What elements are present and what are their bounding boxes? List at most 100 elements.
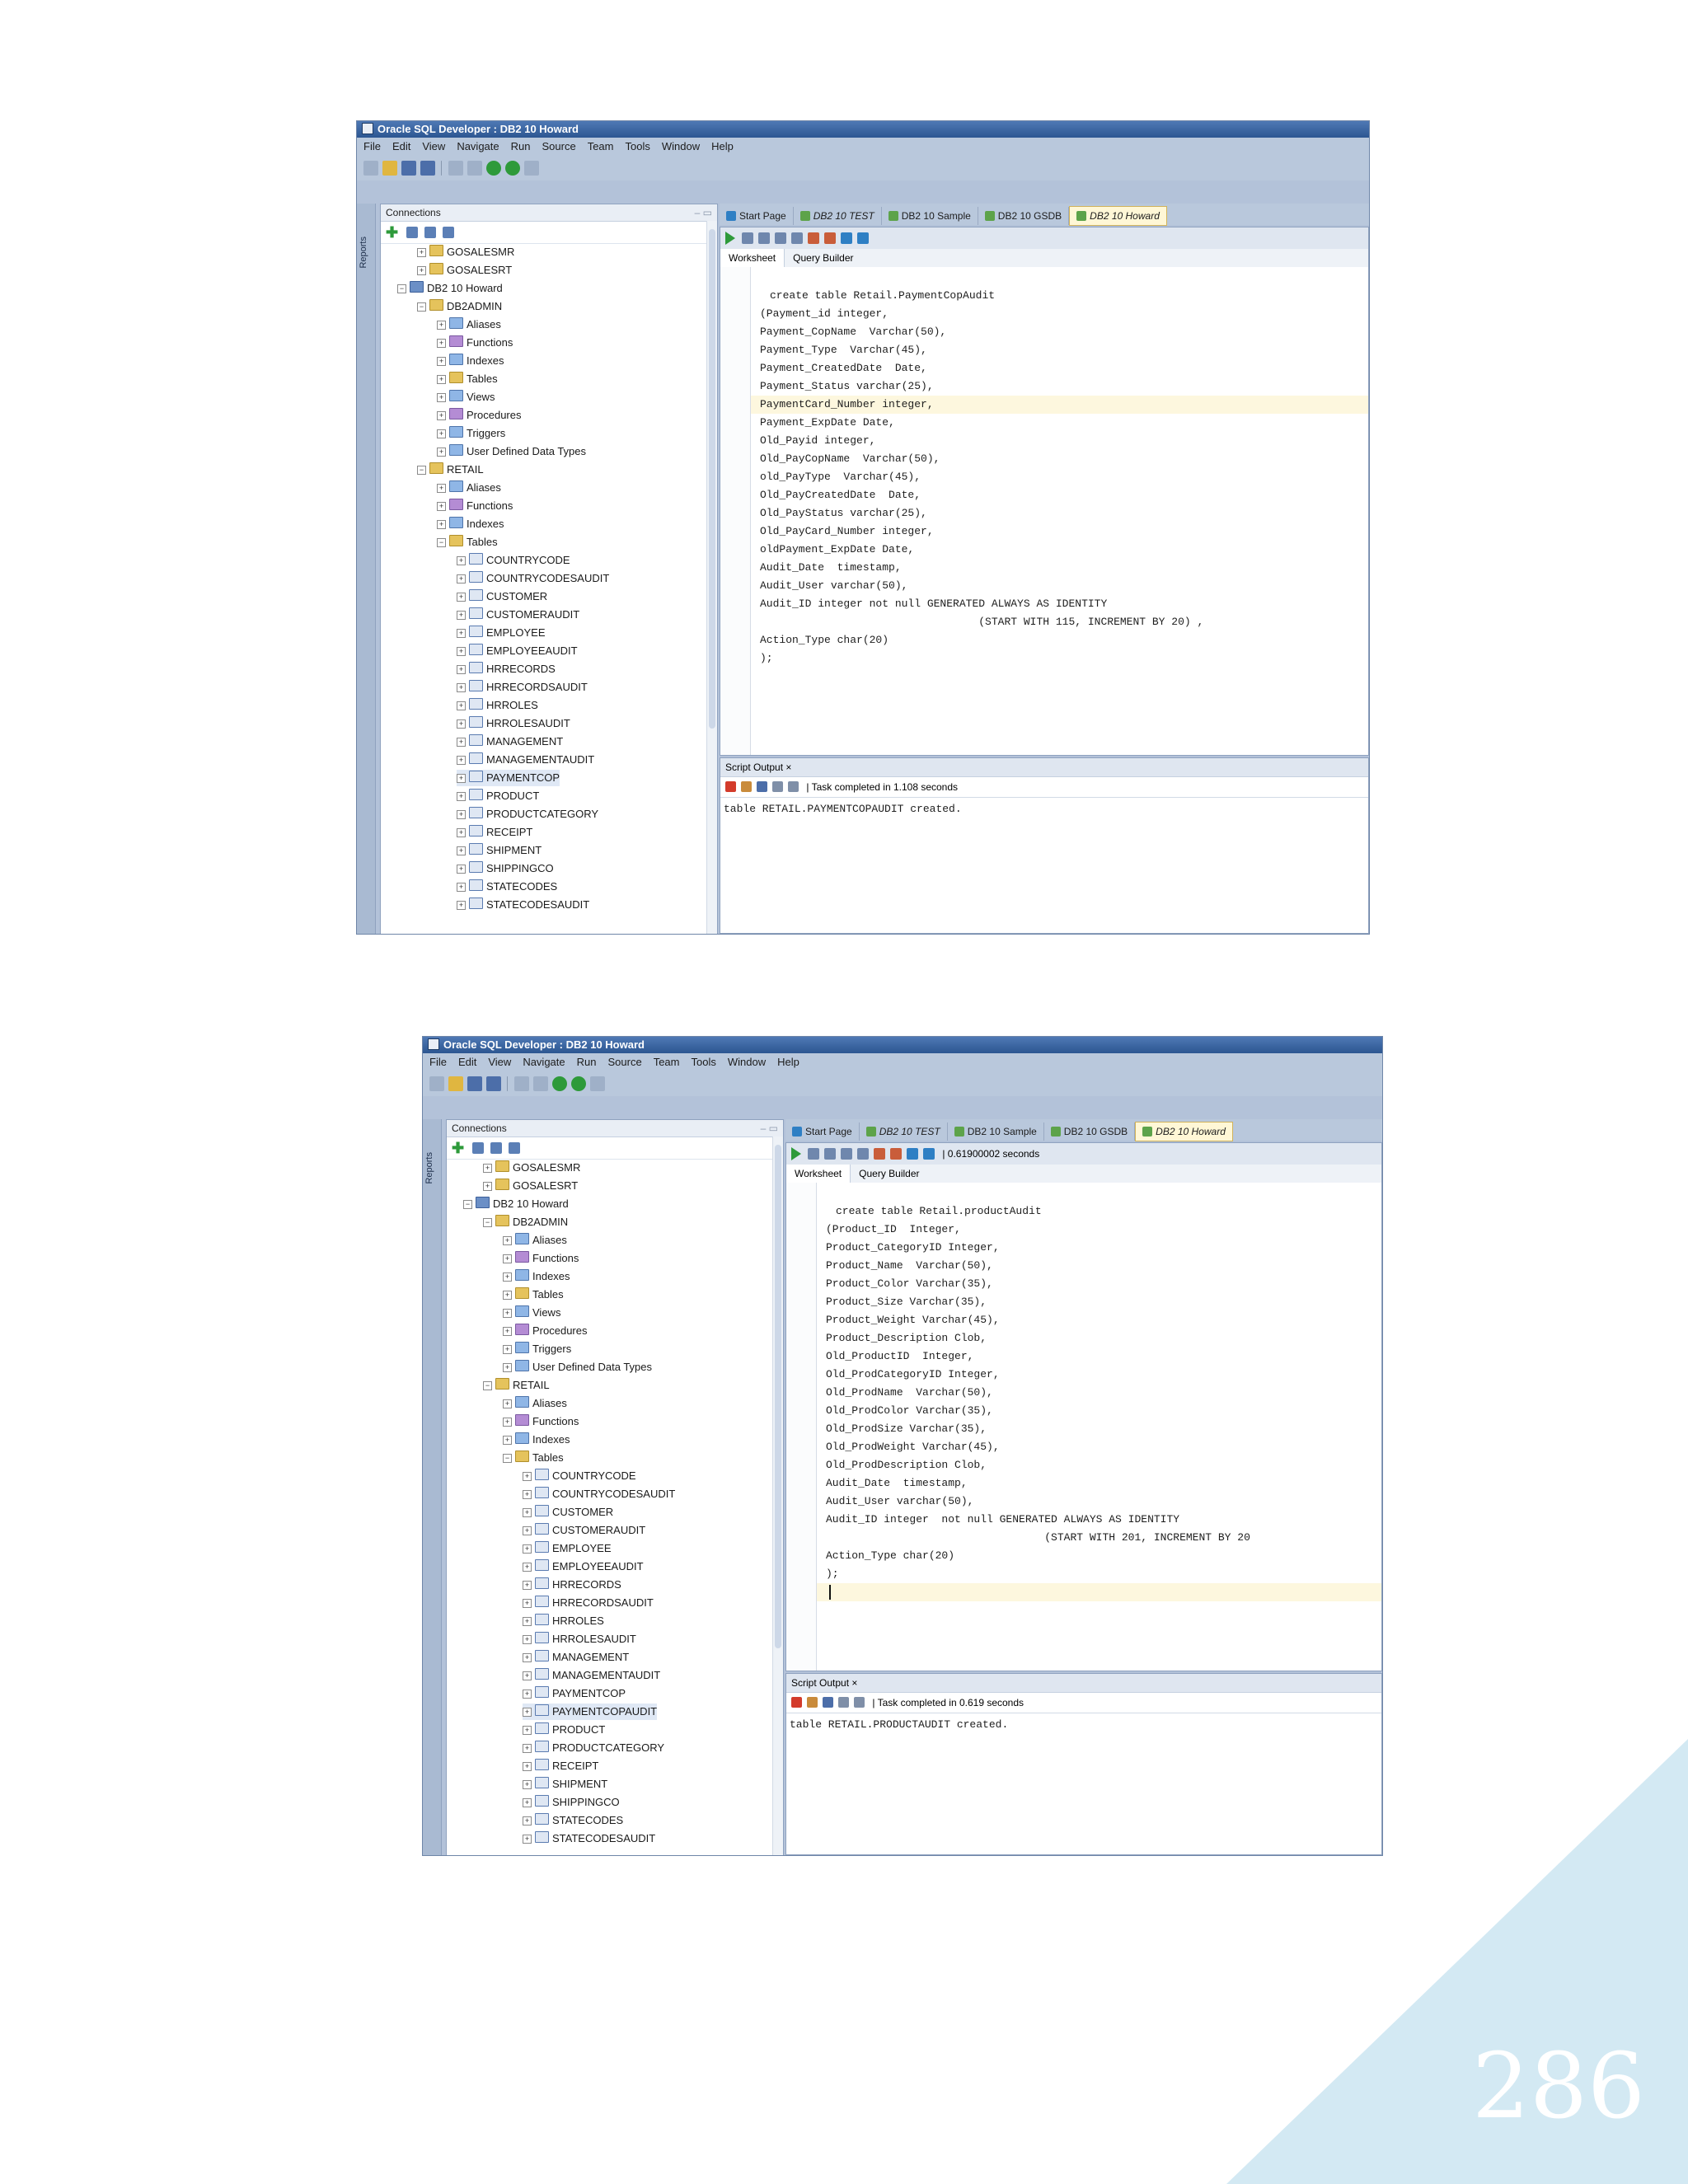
autotrace-icon[interactable]: [857, 1148, 869, 1160]
scrollbar-thumb[interactable]: [775, 1145, 781, 1649]
expand-toggle-icon[interactable]: +: [457, 756, 466, 765]
tree-node[interactable]: + HRRECORDSAUDIT: [457, 679, 588, 696]
tree-node[interactable]: + STATECODES: [523, 1812, 623, 1829]
expand-toggle-icon[interactable]: +: [503, 1363, 512, 1372]
menu-team[interactable]: Team: [654, 1056, 680, 1068]
tree-node[interactable]: + SHIPPINGCO: [523, 1794, 620, 1811]
tree-node[interactable]: + SHIPMENT: [457, 842, 542, 859]
tree-node[interactable]: − DB2 10 Howard: [397, 280, 503, 297]
code-area[interactable]: create table Retail.productAudit (Product…: [786, 1183, 1381, 1671]
expand-toggle-icon[interactable]: +: [523, 1544, 532, 1554]
tree-node[interactable]: + Aliases: [503, 1232, 567, 1249]
menu-tools[interactable]: Tools: [625, 140, 649, 152]
tree-node[interactable]: + Indexes: [503, 1432, 570, 1448]
back-icon[interactable]: [552, 1076, 567, 1091]
sql-icon[interactable]: [524, 161, 539, 176]
new-file-icon[interactable]: [363, 161, 378, 176]
schema-browser-icon[interactable]: [443, 227, 455, 238]
expand-toggle-icon[interactable]: +: [503, 1236, 512, 1245]
tab-start-page[interactable]: Start Page: [785, 1122, 860, 1141]
tree-node[interactable]: + Views: [437, 389, 495, 405]
expand-toggle-icon[interactable]: +: [457, 665, 466, 674]
tree-node[interactable]: + Functions: [437, 335, 513, 351]
tree-node[interactable]: + Functions: [503, 1413, 579, 1430]
expand-toggle-icon[interactable]: +: [417, 248, 426, 257]
refresh-icon[interactable]: [406, 227, 419, 238]
menu-source[interactable]: Source: [542, 140, 575, 152]
expand-toggle-icon[interactable]: −: [437, 538, 446, 547]
undo-icon[interactable]: [448, 161, 463, 176]
save-all-icon[interactable]: [486, 1076, 501, 1091]
scrollbar-thumb[interactable]: [709, 229, 715, 729]
expand-toggle-icon[interactable]: +: [523, 1526, 532, 1535]
menu-help[interactable]: Help: [777, 1056, 799, 1068]
tree-node[interactable]: − RETAIL: [417, 462, 484, 478]
expand-toggle-icon[interactable]: +: [457, 901, 466, 910]
tree-node[interactable]: + PAYMENTCOP: [523, 1685, 626, 1702]
run-script-icon[interactable]: [742, 232, 753, 244]
minimize-icon[interactable]: – ▭: [761, 1120, 778, 1137]
open-folder-icon[interactable]: [382, 161, 397, 176]
expand-toggle-icon[interactable]: −: [397, 284, 406, 293]
expand-toggle-icon[interactable]: +: [457, 719, 466, 729]
expand-toggle-icon[interactable]: +: [457, 828, 466, 837]
tab-script-output[interactable]: Script Output ×: [720, 758, 1368, 777]
save-all-icon[interactable]: [420, 161, 435, 176]
expand-toggle-icon[interactable]: +: [437, 484, 446, 493]
tree-node[interactable]: + CUSTOMER: [523, 1504, 613, 1521]
tree-node[interactable]: + COUNTRYCODE: [457, 552, 570, 569]
tree-node[interactable]: + MANAGEMENTAUDIT: [457, 752, 594, 768]
expand-toggle-icon[interactable]: +: [437, 393, 446, 402]
tree-node[interactable]: + Views: [503, 1305, 560, 1321]
expand-toggle-icon[interactable]: +: [523, 1617, 532, 1626]
expand-toggle-icon[interactable]: +: [437, 321, 446, 330]
tab-start-page[interactable]: Start Page: [720, 207, 794, 225]
expand-toggle-icon[interactable]: +: [483, 1182, 492, 1191]
tree-node[interactable]: + MANAGEMENT: [523, 1649, 629, 1666]
tree-node[interactable]: + RECEIPT: [457, 824, 532, 841]
tree-node[interactable]: + EMPLOYEE: [523, 1540, 612, 1557]
tree-node[interactable]: + PAYMENTCOPAUDIT: [523, 1704, 658, 1720]
sql-icon[interactable]: [590, 1076, 605, 1091]
tree-node[interactable]: + COUNTRYCODESAUDIT: [457, 570, 609, 587]
tree-node[interactable]: − DB2ADMIN: [417, 298, 502, 315]
expand-toggle-icon[interactable]: +: [523, 1690, 532, 1699]
tab-db2-test[interactable]: DB2 10 TEST: [794, 207, 882, 225]
tree-node[interactable]: + HRROLES: [523, 1613, 604, 1629]
tree-node[interactable]: − RETAIL: [483, 1377, 550, 1394]
tree-node[interactable]: + CUSTOMERAUDIT: [457, 607, 579, 623]
tree-node[interactable]: + HRRECORDSAUDIT: [523, 1595, 654, 1611]
export-icon[interactable]: [854, 1697, 865, 1708]
expand-toggle-icon[interactable]: +: [417, 266, 426, 275]
expand-toggle-icon[interactable]: +: [503, 1436, 512, 1445]
tree-node[interactable]: + Aliases: [437, 480, 501, 496]
autotrace-icon[interactable]: [791, 232, 803, 244]
print-icon[interactable]: [772, 781, 783, 792]
tab-db2-sample[interactable]: DB2 10 Sample: [882, 207, 978, 225]
expand-toggle-icon[interactable]: −: [503, 1454, 512, 1463]
expand-toggle-icon[interactable]: +: [457, 883, 466, 892]
explain-plan-icon[interactable]: [874, 1148, 885, 1160]
open-folder-icon[interactable]: [448, 1076, 463, 1091]
expand-toggle-icon[interactable]: +: [457, 810, 466, 819]
expand-toggle-icon[interactable]: +: [457, 701, 466, 710]
commit-icon[interactable]: [758, 232, 770, 244]
tab-db2-gsdb[interactable]: DB2 10 GSDB: [978, 207, 1070, 225]
expand-toggle-icon[interactable]: +: [437, 375, 446, 384]
tree-node[interactable]: + Aliases: [437, 316, 501, 333]
menu-navigate[interactable]: Navigate: [457, 140, 499, 152]
expand-toggle-icon[interactable]: +: [523, 1563, 532, 1572]
expand-toggle-icon[interactable]: −: [463, 1200, 472, 1209]
tree-node[interactable]: + HRROLESAUDIT: [457, 715, 570, 732]
menu-edit[interactable]: Edit: [392, 140, 410, 152]
redo-icon[interactable]: [533, 1076, 548, 1091]
expand-toggle-icon[interactable]: +: [523, 1726, 532, 1735]
menu-window[interactable]: Window: [662, 140, 700, 152]
run-script-icon[interactable]: [808, 1148, 819, 1160]
tree-node[interactable]: + Indexes: [503, 1268, 570, 1285]
expand-toggle-icon[interactable]: +: [523, 1635, 532, 1644]
tree-node[interactable]: + Tables: [437, 371, 498, 387]
tree-node[interactable]: + PRODUCTCATEGORY: [523, 1740, 664, 1756]
new-file-icon[interactable]: [429, 1076, 444, 1091]
format-icon[interactable]: [923, 1148, 935, 1160]
